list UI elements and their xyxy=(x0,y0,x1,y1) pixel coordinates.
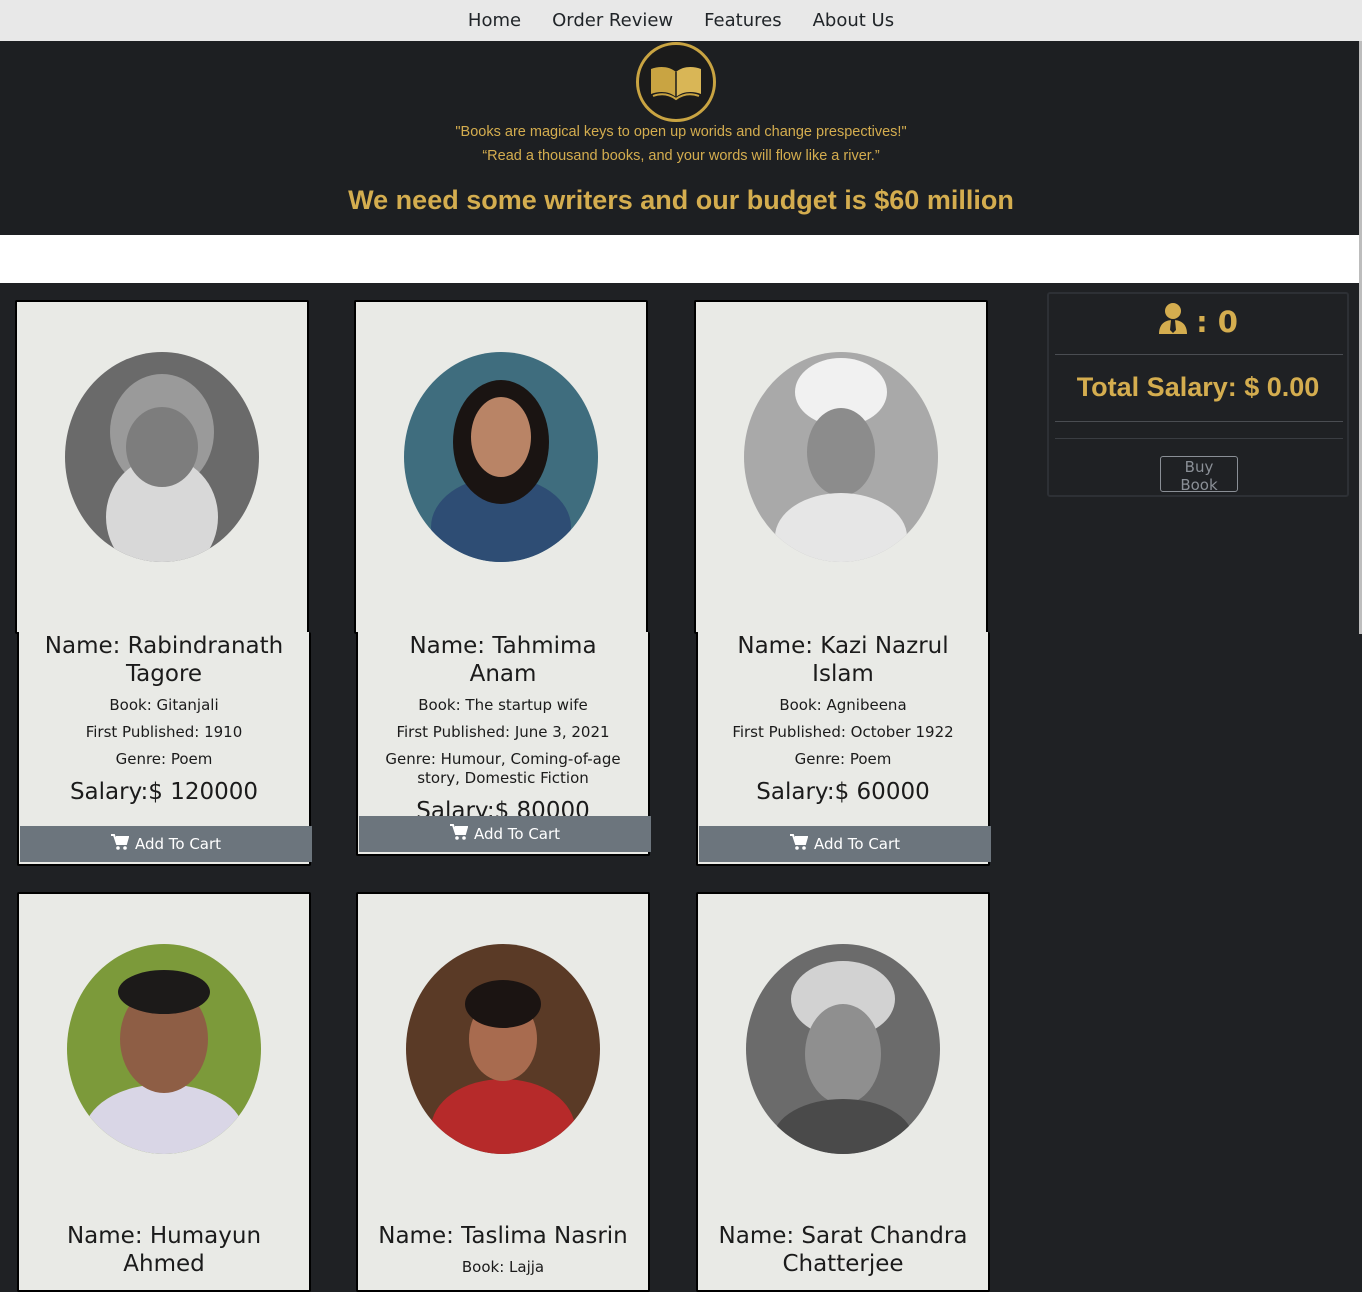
writer-book: Book: Gitanjali xyxy=(109,696,219,714)
writer-salary: Salary:$ 60000 xyxy=(756,779,930,805)
total-salary: Total Salary: $ 0.00 xyxy=(1076,372,1320,402)
writer-card: Name: Humayun Ahmed xyxy=(17,892,311,1292)
add-to-cart-button[interactable]: Add To Cart xyxy=(20,826,312,862)
cart-summary-panel: : 0 Total Salary: $ 0.00 Buy Book xyxy=(1047,292,1349,497)
nav-order-review[interactable]: Order Review xyxy=(552,10,673,31)
writer-published: First Published: October 1922 xyxy=(732,723,954,741)
writer-photo xyxy=(67,944,261,1154)
book-logo-icon xyxy=(636,42,716,122)
writer-card-body: Name: Tahmima Anam Book: The startup wif… xyxy=(356,632,651,856)
hero-quote-2: “Read a thousand books, and your words w… xyxy=(482,148,880,164)
nav-home[interactable]: Home xyxy=(468,10,521,31)
hero-banner: "Books are magical keys to open up worid… xyxy=(0,41,1362,235)
writer-name: Name: Kazi Nazrul Islam xyxy=(737,633,949,687)
add-to-cart-label: Add To Cart xyxy=(134,835,222,853)
writer-photo xyxy=(744,352,938,562)
writer-photo xyxy=(746,944,940,1154)
add-to-cart-button[interactable]: Add To Cart xyxy=(359,816,651,852)
writer-name: Name: Sarat Chandra Chatterjee xyxy=(718,1223,968,1277)
add-to-cart-label: Add To Cart xyxy=(813,835,901,853)
writer-name: Name: Taslima Nasrin xyxy=(378,1223,628,1249)
cart-icon xyxy=(110,834,130,854)
writer-card: Name: Taslima Nasrin Book: Lajja xyxy=(356,892,650,1292)
writer-name: Name: Rabindranath Tagore xyxy=(44,633,284,687)
writer-photo xyxy=(65,352,259,562)
writer-book: Book: Lajja xyxy=(461,1258,545,1276)
writer-name: Name: Humayun Ahmed xyxy=(66,1223,262,1277)
cart-icon xyxy=(449,824,469,844)
writer-card: Name: Sarat Chandra Chatterjee xyxy=(696,892,990,1292)
writer-genre: Genre: Humour, Coming-of-age story, Dome… xyxy=(385,750,621,787)
nav-about-us[interactable]: About Us xyxy=(813,10,895,31)
hero-quote-1: "Books are magical keys to open up worid… xyxy=(455,124,907,140)
user-tie-icon xyxy=(1158,302,1188,341)
writer-genre: Genre: Poem xyxy=(115,750,213,768)
budget-heading: We need some writers and our budget is $… xyxy=(348,185,1014,215)
writer-book: Book: Agnibeena xyxy=(779,696,907,714)
writer-card xyxy=(694,300,988,634)
writer-published: First Published: 1910 xyxy=(85,723,243,741)
writer-card-body: Name: Kazi Nazrul Islam Book: Agnibeena … xyxy=(696,632,991,866)
divider xyxy=(1055,354,1343,355)
divider xyxy=(1055,438,1343,439)
writer-name: Name: Tahmima Anam xyxy=(409,633,597,687)
writer-genre: Genre: Poem xyxy=(794,750,892,768)
nav-features[interactable]: Features xyxy=(704,10,781,31)
writer-published: First Published: June 3, 2021 xyxy=(396,723,610,741)
add-to-cart-label: Add To Cart xyxy=(473,825,561,843)
writer-photo xyxy=(404,352,598,562)
cart-icon xyxy=(789,834,809,854)
writer-card xyxy=(354,300,648,634)
writer-salary: Salary:$ 120000 xyxy=(69,779,259,805)
writer-book: Book: The startup wife xyxy=(418,696,588,714)
add-to-cart-button[interactable]: Add To Cart xyxy=(699,826,991,862)
top-nav: Home Order Review Features About Us xyxy=(0,0,1362,41)
spacer-strip xyxy=(0,235,1360,283)
writer-card xyxy=(15,300,309,634)
buy-book-button[interactable]: Buy Book xyxy=(1160,456,1238,494)
writer-photo xyxy=(406,944,600,1154)
selected-count: : 0 xyxy=(1049,302,1347,341)
selected-count-value: : 0 xyxy=(1196,304,1238,339)
writer-card-body: Name: Rabindranath Tagore Book: Gitanjal… xyxy=(17,632,312,866)
divider xyxy=(1055,421,1343,422)
